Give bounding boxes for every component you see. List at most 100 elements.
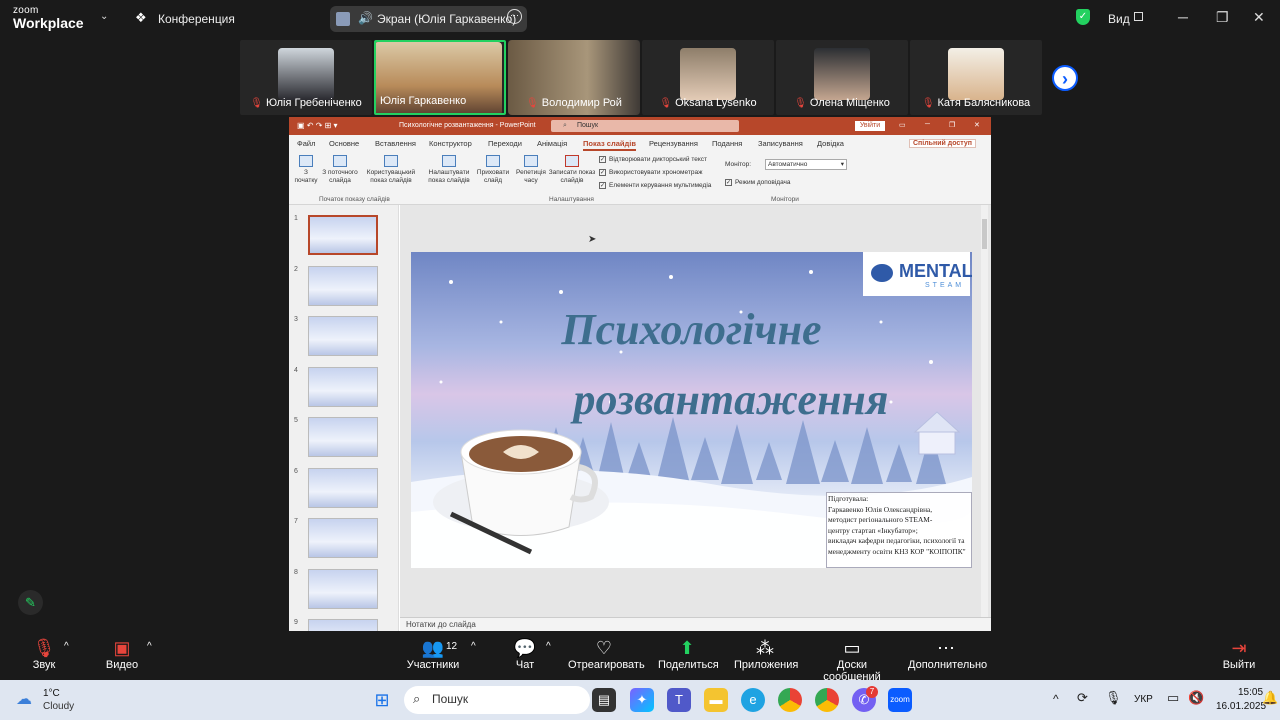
ribbon-tab[interactable]: Конструктор (429, 139, 472, 148)
apps-button[interactable]: ⁂ Приложения (734, 637, 798, 671)
slide-thumbnail[interactable] (308, 417, 378, 457)
task-view-icon[interactable]: ▤ (592, 688, 616, 712)
volume-muted-icon[interactable]: 🔇 (1188, 690, 1204, 706)
ribbon-tab[interactable]: Записування (758, 139, 803, 148)
audio-options-chevron-icon[interactable]: ^ (64, 641, 69, 652)
view-grid-icon[interactable] (1134, 12, 1143, 21)
ribbon-tab[interactable]: Показ слайдів (583, 139, 636, 151)
logo-main: MENTAL (899, 261, 972, 281)
ribbon-tab[interactable]: Переходи (488, 139, 522, 148)
participants-chevron-icon[interactable]: ^ (471, 641, 476, 652)
teams-icon[interactable]: T (667, 688, 691, 712)
slide-thumbnail[interactable] (308, 619, 378, 631)
shield-icon[interactable]: ✓ (1076, 9, 1090, 25)
slide-thumbnail[interactable] (308, 568, 378, 609)
rehearse-button[interactable]: Репетиція часу (516, 155, 546, 185)
ppt-search[interactable]: ⌕ Пошук (551, 120, 739, 132)
ribbon-tab[interactable]: Основне (329, 139, 359, 148)
annotate-pencil-icon[interactable]: ✎ (18, 590, 43, 615)
close-icon[interactable]: ✕ (1253, 9, 1265, 26)
weather-desc[interactable]: Cloudy (43, 701, 74, 712)
notifications-bell-icon[interactable]: 🔔 (1262, 690, 1278, 706)
edge-icon[interactable]: e (741, 688, 765, 712)
participant-tile[interactable]: 🎙 Юлія Гребеніченко (240, 40, 372, 115)
setup-show-button[interactable]: Налаштувати показ слайдів (425, 155, 473, 185)
audio-button[interactable]: 🎙 Звук (28, 637, 60, 671)
ppt-close-icon[interactable]: ✕ (974, 121, 980, 129)
hide-slide-button[interactable]: Приховати слайд (475, 155, 511, 185)
participant-tile[interactable]: 🎙 Володимир Рой (508, 40, 640, 115)
ppt-restore-icon[interactable]: ❐ (949, 121, 955, 129)
more-button[interactable]: ⋯ Дополнительно (908, 637, 987, 671)
slide-thumbnail[interactable] (308, 316, 378, 356)
media-controls-checkbox[interactable]: ✓ Елементи керування мультимедіа (599, 182, 711, 189)
participant-tile[interactable]: 🎙 Катя Балясникова (910, 40, 1042, 115)
weather-temp[interactable]: 1°C (43, 688, 60, 699)
qat-icons[interactable]: ▣ ↶ ↷ ⊞ ▾ (297, 121, 338, 130)
sync-icon[interactable]: ⟳ (1077, 690, 1088, 706)
chat-chevron-icon[interactable]: ^ (546, 641, 551, 652)
language-indicator[interactable]: УКР (1134, 694, 1153, 705)
meeting-label[interactable]: Конференция (158, 12, 235, 26)
participant-tile[interactable]: 🎙 Олена Міщенко (776, 40, 908, 115)
slide-thumbnail[interactable] (308, 467, 378, 508)
restore-icon[interactable]: ❐ (1216, 9, 1229, 26)
custom-show-button[interactable]: Користувацький показ слайдів (365, 155, 417, 185)
notes-pane[interactable]: Нотатки до слайда (400, 617, 991, 631)
slide-thumbnail[interactable] (308, 366, 378, 407)
ribbon-tab[interactable]: Подання (712, 139, 742, 148)
ribbon-tab[interactable]: Рецензування (649, 139, 698, 148)
microphone-icon[interactable]: 🎙 (1105, 690, 1122, 706)
slide-number: 3 (294, 316, 298, 323)
participant-tile[interactable]: 🎙 Oksana Lysenko (642, 40, 774, 115)
ribbon-tab[interactable]: Файл (297, 139, 315, 148)
network-icon[interactable]: ▭ (1167, 690, 1179, 706)
share-ppt-button[interactable]: Спільний доступ (909, 139, 977, 148)
from-start-button[interactable]: З початку (293, 155, 319, 185)
ppt-title: Психологічне розвантаження - PowerPoint (399, 122, 536, 129)
ppt-minimize-icon[interactable]: ─ (925, 121, 930, 128)
next-page-icon[interactable]: › (1052, 65, 1078, 91)
ribbon-tab[interactable]: Вставлення (375, 139, 416, 148)
participant-tile[interactable]: Юлія Гаркавенко (374, 40, 506, 115)
chat-button[interactable]: 💬 Чат (512, 637, 538, 671)
react-button[interactable]: ♡ Отреагировать (568, 637, 645, 671)
chrome-profile-icon[interactable] (815, 688, 839, 712)
copilot-icon[interactable]: ✦ (630, 688, 654, 712)
scrollbar-thumb[interactable] (982, 219, 987, 249)
presenter-view-checkbox[interactable]: ✓ Режим доповідача (725, 179, 791, 186)
signin-button[interactable]: Увійти (855, 121, 885, 131)
zoom-app-icon[interactable]: zoom (888, 688, 912, 712)
view-button[interactable]: Вид (1108, 12, 1130, 26)
current-slide[interactable]: MENTAL STEAM Психологічне розвантаження … (411, 252, 972, 568)
ribbon-tab[interactable]: Довідка (817, 139, 844, 148)
chat-icon: 💬 (513, 638, 537, 658)
slide-thumbnail[interactable] (308, 215, 378, 255)
file-explorer-icon[interactable]: ▬ (704, 688, 728, 712)
scrollbar[interactable] (981, 205, 988, 617)
narration-checkbox[interactable]: ✓ Відтворювати дикторський текст (599, 156, 707, 163)
video-options-chevron-icon[interactable]: ^ (147, 641, 152, 652)
record-button[interactable]: Записати показ слайдів (547, 155, 597, 185)
timings-checkbox[interactable]: ✓ Використовувати хронометраж (599, 169, 702, 176)
taskbar-search[interactable]: ⌕ Пошук (404, 686, 590, 714)
tray-chevron-icon[interactable]: ^ (1053, 692, 1059, 706)
windows-start-icon[interactable]: ⊞ (370, 688, 394, 712)
ribbon-display-icon[interactable]: ▭ (899, 121, 906, 129)
leave-button[interactable]: ⇥ Выйти (1222, 637, 1256, 671)
video-button[interactable]: ▣ Видео (102, 637, 142, 671)
slide-thumbnail[interactable] (308, 265, 378, 306)
ribbon-tab[interactable]: Анімація (537, 139, 567, 148)
chevron-down-icon[interactable]: ⌄ (100, 11, 108, 22)
chrome-icon[interactable] (778, 688, 802, 712)
minimize-icon[interactable]: ─ (1178, 9, 1188, 25)
more-icon[interactable]: ··· (507, 9, 522, 24)
from-current-button[interactable]: З поточного слайда (320, 155, 360, 185)
whiteboards-button[interactable]: ▭ Доски сообщений (808, 637, 896, 683)
share-button[interactable]: ⬆ Поделиться (658, 637, 719, 671)
clock-date[interactable]: 16.01.2025 (1216, 701, 1266, 712)
share-indicator[interactable]: 🔊 Экран (Юлія Гаркавенко) ··· (330, 6, 527, 32)
monitor-select[interactable]: Автоматично ▾ (765, 159, 847, 170)
slide-thumbnail[interactable] (308, 518, 378, 558)
clock-time[interactable]: 15:05 (1238, 687, 1263, 698)
